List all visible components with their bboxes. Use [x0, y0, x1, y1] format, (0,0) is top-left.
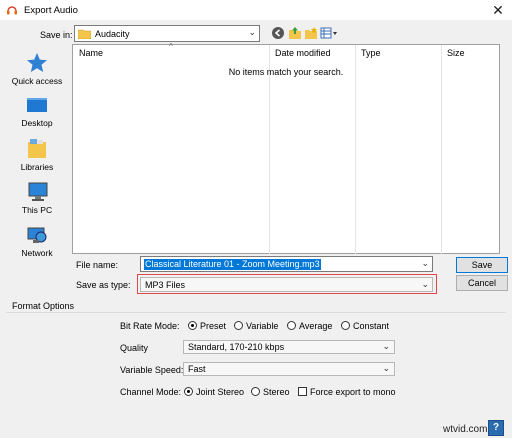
place-desktop[interactable]: Desktop [2, 96, 72, 128]
view-menu-icon[interactable] [320, 26, 338, 40]
chevron-down-icon: ⌄ [382, 363, 390, 373]
save-in-label: Save in: [40, 30, 73, 40]
variable-speed-value: Fast [188, 364, 206, 374]
folder-icon [78, 29, 91, 39]
radio-joint-stereo[interactable] [184, 387, 193, 396]
quality-dropdown[interactable]: Standard, 170-210 kbps ⌄ [183, 340, 395, 354]
radio-stereo-label: Stereo [263, 387, 290, 397]
save-in-value: Audacity [95, 29, 130, 39]
file-list[interactable]: Name Date modified Type Size ^ No items … [72, 42, 500, 255]
save-in-dropdown[interactable]: Audacity ⌄ [74, 25, 260, 42]
file-name-input[interactable]: Classical Literature 01 - Zoom Meeting.m… [140, 256, 433, 272]
sort-up-icon: ^ [169, 42, 173, 51]
save-as-type-label: Save as type: [76, 280, 131, 290]
desktop-icon [27, 98, 47, 112]
force-mono-checkbox[interactable] [298, 387, 307, 396]
radio-average-label: Average [299, 321, 333, 331]
radio-constant-label: Constant [353, 321, 390, 331]
save-as-type-value: MP3 Files [145, 280, 186, 290]
radio-constant[interactable] [341, 321, 350, 330]
chevron-down-icon: ⌄ [382, 341, 390, 351]
radio-joint-stereo-label: Joint Stereo [196, 387, 245, 397]
network-icon [27, 227, 47, 243]
place-quick-access[interactable]: Quick access [2, 52, 72, 86]
variable-speed-dropdown[interactable]: Fast ⌄ [183, 362, 395, 376]
window-title: Export Audio [24, 5, 78, 16]
radio-variable-label: Variable [246, 321, 279, 331]
new-folder-icon[interactable] [304, 26, 318, 40]
save-button[interactable]: Save [456, 257, 508, 273]
watermark-text: wtvid.com [443, 424, 488, 435]
place-label: Libraries [20, 162, 54, 172]
audacity-app-icon [7, 6, 17, 15]
force-mono-label: Force export to mono [310, 387, 396, 397]
radio-variable[interactable] [234, 321, 243, 330]
place-label: Quick access [11, 76, 63, 86]
quality-value: Standard, 170-210 kbps [188, 342, 285, 352]
chevron-down-icon[interactable]: ⌄ [421, 258, 429, 269]
quality-label: Quality [120, 343, 149, 353]
format-options-title: Format Options [12, 301, 75, 311]
place-libraries[interactable]: Libraries [2, 138, 72, 172]
chevron-down-icon: ⌄ [248, 27, 256, 37]
channel-mode-label: Channel Mode: [120, 387, 182, 397]
place-label: Desktop [21, 118, 53, 128]
save-as-type-dropdown[interactable]: MP3 Files ⌄ [140, 277, 433, 292]
help-button[interactable]: ? [488, 420, 504, 436]
close-icon[interactable]: ✕ [488, 1, 508, 19]
cancel-button[interactable]: Cancel [456, 275, 508, 291]
radio-preset[interactable] [188, 321, 197, 330]
place-label: This PC [21, 205, 53, 215]
column-size[interactable]: Size [441, 45, 499, 61]
column-date-modified[interactable]: Date modified [269, 45, 355, 61]
place-label: Network [21, 248, 53, 258]
variable-speed-label: Variable Speed: [120, 365, 184, 375]
bit-rate-mode-label: Bit Rate Mode: [120, 321, 180, 331]
place-this-pc[interactable]: This PC [2, 181, 72, 215]
radio-preset-label: Preset [200, 321, 227, 331]
star-icon [27, 53, 47, 72]
empty-message: No items match your search. [228, 67, 344, 77]
libraries-icon [28, 139, 46, 158]
up-folder-icon[interactable] [288, 26, 302, 40]
computer-icon [28, 182, 48, 201]
radio-stereo[interactable] [251, 387, 260, 396]
chevron-down-icon: ⌄ [421, 279, 429, 289]
file-name-value: Classical Literature 01 - Zoom Meeting.m… [144, 259, 321, 270]
back-icon[interactable] [271, 26, 285, 40]
places-bar: Quick access Desktop Libraries This PC N… [2, 44, 70, 270]
radio-average[interactable] [287, 321, 296, 330]
column-type[interactable]: Type [355, 45, 441, 61]
place-network[interactable]: Network [2, 224, 72, 258]
file-name-label: File name: [76, 260, 119, 270]
